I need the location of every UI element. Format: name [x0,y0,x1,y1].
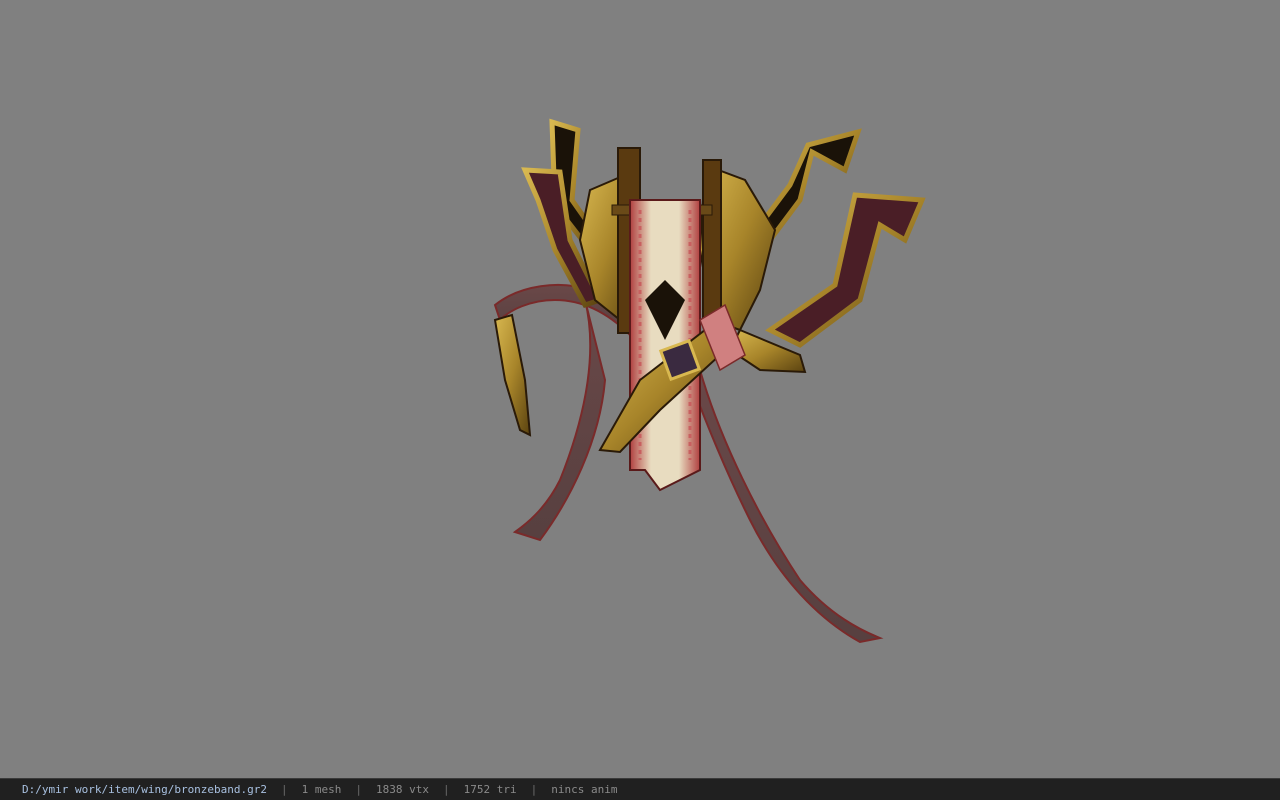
separator: | [355,783,363,796]
wing-model-render [493,118,926,644]
status-bar: D:/ymir work/item/wing/bronzeband.gr2 | … [0,778,1280,800]
vertex-count: 1838 vtx [376,783,430,796]
file-path: D:/ymir work/item/wing/bronzeband.gr2 [22,783,268,796]
pole-right [702,159,722,326]
right-horn-lower [765,192,926,348]
ribbon-right [688,368,884,644]
separator: | [443,783,450,796]
model-viewport[interactable] [0,0,1280,778]
mesh-count: 1 mesh [301,783,342,796]
triangle-count: 1752 tri [463,783,517,796]
animation-status: nincs anim [551,783,618,796]
separator: | [281,783,288,796]
separator: | [530,783,538,796]
left-pendant [493,313,532,437]
